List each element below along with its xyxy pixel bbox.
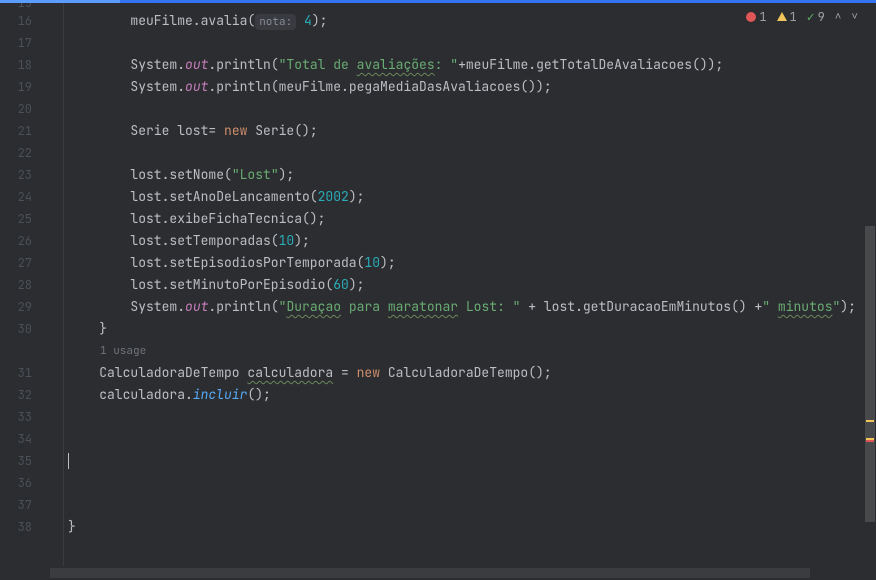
code-line[interactable]: System.out.println(meuFilme.pegaMediaDas… xyxy=(68,76,876,98)
line-number: 20 xyxy=(0,98,50,120)
progress-bar xyxy=(0,0,120,3)
line-number: 33 xyxy=(0,406,50,428)
code-line[interactable]: lost.setNome("Lost"); xyxy=(68,164,876,186)
line-number: 23 xyxy=(0,164,50,186)
code-line[interactable] xyxy=(68,98,876,120)
vertical-scrollbar[interactable] xyxy=(864,0,876,566)
line-number: 35 xyxy=(0,450,50,472)
scrollbar-thumb[interactable] xyxy=(50,568,810,578)
code-line[interactable] xyxy=(68,428,876,450)
code-line[interactable]: Serie lost= new Serie(); xyxy=(68,120,876,142)
code-line[interactable] xyxy=(68,472,876,494)
ok-count-value: 9 xyxy=(818,9,825,25)
text-cursor xyxy=(68,453,69,469)
error-count-value: 1 xyxy=(759,9,766,25)
code-line[interactable] xyxy=(68,406,876,428)
line-number: 21 xyxy=(0,120,50,142)
horizontal-scrollbar[interactable] xyxy=(0,566,876,580)
line-number: 37 xyxy=(0,494,50,516)
code-area[interactable]: meuFilme.avalia(nota: 4); System.out.pri… xyxy=(50,0,876,566)
code-line[interactable] xyxy=(68,142,876,164)
scrollbar-thumb[interactable] xyxy=(865,226,875,522)
line-number: 36 xyxy=(0,472,50,494)
code-line[interactable]: System.out.println("Duraçao para maraton… xyxy=(68,296,876,318)
gutter[interactable]: 15 16 17 18 19 20 21 22 23 24 25 26 27 2… xyxy=(0,0,50,566)
line-number: 34 xyxy=(0,428,50,450)
warning-icon xyxy=(777,12,787,21)
code-line[interactable]: System.out.println("Total de avaliações:… xyxy=(68,54,876,76)
line-number: 25 xyxy=(0,208,50,230)
code-line[interactable]: lost.setEpisodiosPorTemporada(10); xyxy=(68,252,876,274)
line-number: 31 xyxy=(0,362,50,384)
code-line[interactable]: } xyxy=(68,516,876,538)
warning-count[interactable]: 1 xyxy=(777,9,797,25)
code-line[interactable] xyxy=(68,450,876,472)
indent-guide xyxy=(63,0,64,566)
line-number: 27 xyxy=(0,252,50,274)
inspection-widget[interactable]: 1 1 ✓ 9 ˄ ˅ xyxy=(746,8,858,25)
code-line[interactable] xyxy=(68,32,876,54)
chevron-up-icon[interactable]: ˄ xyxy=(835,10,842,24)
line-number: 28 xyxy=(0,274,50,296)
warning-count-value: 1 xyxy=(790,9,797,25)
error-icon xyxy=(746,12,756,22)
line-number: 17 xyxy=(0,32,50,54)
code-editor[interactable]: 15 16 17 18 19 20 21 22 23 24 25 26 27 2… xyxy=(0,0,876,566)
stripe-marker-error[interactable] xyxy=(866,440,874,442)
code-line[interactable]: lost.exibeFichaTecnica(); xyxy=(68,208,876,230)
line-number: 18 xyxy=(0,54,50,76)
progress-bar-bg xyxy=(0,0,876,3)
line-number: 32 xyxy=(0,384,50,406)
check-icon: ✓ xyxy=(807,8,815,25)
param-hint: nota: xyxy=(255,14,296,30)
usage-hint[interactable]: 1 usage xyxy=(68,340,876,362)
code-line[interactable]: CalculadoraDeTempo calculadora = new Cal… xyxy=(68,362,876,384)
line-number: 38 xyxy=(0,516,50,538)
gutter-spacer xyxy=(0,340,50,362)
line-number: 16 xyxy=(0,10,50,32)
code-line[interactable]: lost.setAnoDeLancamento(2002); xyxy=(68,186,876,208)
line-number: 19 xyxy=(0,76,50,98)
line-number: 26 xyxy=(0,230,50,252)
stripe-marker-warning[interactable] xyxy=(866,420,874,422)
line-number: 29 xyxy=(0,296,50,318)
line-number: 30 xyxy=(0,318,50,340)
ok-count[interactable]: ✓ 9 xyxy=(807,8,825,25)
code-line[interactable]: calculadora.incluir(); xyxy=(68,384,876,406)
code-line[interactable]: lost.setTemporadas(10); xyxy=(68,230,876,252)
code-line[interactable]: } xyxy=(68,318,876,340)
code-line[interactable]: lost.setMinutoPorEpisodio(60); xyxy=(68,274,876,296)
line-number: 24 xyxy=(0,186,50,208)
chevron-down-icon[interactable]: ˅ xyxy=(851,10,858,24)
line-number: 22 xyxy=(0,142,50,164)
code-line[interactable] xyxy=(68,494,876,516)
error-count[interactable]: 1 xyxy=(746,9,766,25)
